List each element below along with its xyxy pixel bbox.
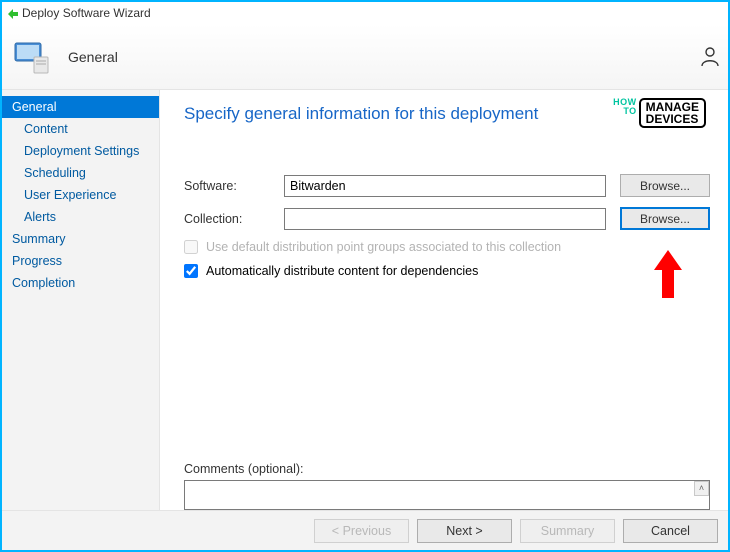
default-dp-checkbox-row: Use default distribution point groups as… xyxy=(184,240,710,254)
user-icon[interactable] xyxy=(700,46,720,66)
content-pane: HOWTO MANAGEDEVICES Specify general info… xyxy=(160,90,728,510)
default-dp-label: Use default distribution point groups as… xyxy=(206,240,561,254)
sidebar-item-scheduling[interactable]: Scheduling xyxy=(2,162,159,184)
auto-distribute-checkbox[interactable] xyxy=(184,264,198,278)
software-label: Software: xyxy=(184,179,284,193)
header-title: General xyxy=(68,49,118,65)
sidebar-item-content[interactable]: Content xyxy=(2,118,159,140)
collection-label: Collection: xyxy=(184,212,284,226)
next-button[interactable]: Next > xyxy=(417,519,512,543)
auto-distribute-checkbox-row[interactable]: Automatically distribute content for dep… xyxy=(184,264,710,278)
software-browse-button[interactable]: Browse... xyxy=(620,174,710,197)
sidebar-item-deployment-settings[interactable]: Deployment Settings xyxy=(2,140,159,162)
app-arrow-icon xyxy=(8,8,18,18)
comments-label: Comments (optional): xyxy=(184,462,304,476)
cancel-button[interactable]: Cancel xyxy=(623,519,718,543)
sidebar-item-completion[interactable]: Completion xyxy=(2,272,159,294)
sidebar-item-alerts[interactable]: Alerts xyxy=(2,206,159,228)
comments-textarea[interactable] xyxy=(184,480,710,510)
software-input[interactable] xyxy=(284,175,606,197)
watermark: HOWTO MANAGEDEVICES xyxy=(613,98,706,128)
collection-browse-button[interactable]: Browse... xyxy=(620,207,710,230)
header: General xyxy=(2,24,728,90)
sidebar-item-user-experience[interactable]: User Experience xyxy=(2,184,159,206)
comments-scroll-up-icon[interactable]: ˄ xyxy=(694,481,709,496)
monitor-icon xyxy=(12,37,52,77)
auto-distribute-label: Automatically distribute content for dep… xyxy=(206,264,478,278)
previous-button: < Previous xyxy=(314,519,409,543)
sidebar: General Content Deployment Settings Sche… xyxy=(2,90,160,510)
window-title: Deploy Software Wizard xyxy=(22,6,151,20)
summary-button: Summary xyxy=(520,519,615,543)
sidebar-item-progress[interactable]: Progress xyxy=(2,250,159,272)
collection-input[interactable] xyxy=(284,208,606,230)
footer: < Previous Next > Summary Cancel xyxy=(2,510,728,550)
titlebar: Deploy Software Wizard xyxy=(2,2,728,24)
default-dp-checkbox xyxy=(184,240,198,254)
sidebar-item-general[interactable]: General xyxy=(2,96,159,118)
sidebar-item-summary[interactable]: Summary xyxy=(2,228,159,250)
